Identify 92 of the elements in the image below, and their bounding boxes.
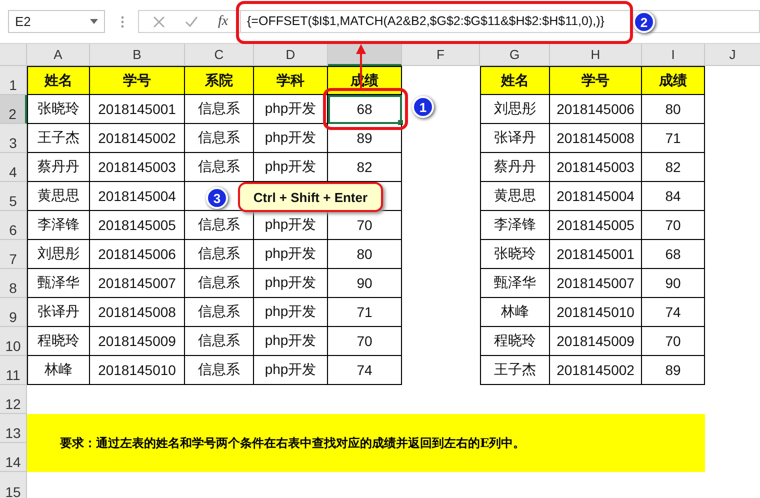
table-cell: 林峰 bbox=[480, 298, 550, 327]
column-heading: 姓名 bbox=[480, 66, 550, 95]
table-cell: 信息系 bbox=[185, 240, 254, 269]
table-cell: 蔡丹丹 bbox=[480, 153, 550, 182]
row-header[interactable]: 12 bbox=[0, 385, 27, 414]
table-cell: 信息系 bbox=[185, 153, 254, 182]
table-cell: 甄泽华 bbox=[27, 269, 90, 298]
table-cell: php开发 bbox=[254, 124, 328, 153]
table-cell: 信息系 bbox=[185, 298, 254, 327]
table-cell: 王子杰 bbox=[27, 124, 90, 153]
table-cell: 蔡丹丹 bbox=[27, 153, 90, 182]
table-cell: php开发 bbox=[254, 240, 328, 269]
row-header[interactable]: 15 bbox=[0, 472, 27, 498]
column-header[interactable]: D bbox=[254, 44, 328, 66]
shortcut-callout: Ctrl + Shift + Enter bbox=[238, 182, 383, 212]
table-cell: 张译丹 bbox=[480, 124, 550, 153]
table-cell: 程晓玲 bbox=[480, 327, 550, 356]
table-cell: php开发 bbox=[254, 269, 328, 298]
table-cell: php开发 bbox=[254, 95, 328, 124]
row-header[interactable]: 2 bbox=[0, 95, 27, 124]
table-cell: php开发 bbox=[254, 298, 328, 327]
table-cell: 刘思彤 bbox=[27, 240, 90, 269]
row-header[interactable]: 6 bbox=[0, 211, 27, 240]
row-header[interactable]: 7 bbox=[0, 240, 27, 269]
column-header[interactable]: B bbox=[90, 44, 185, 66]
column-header[interactable] bbox=[328, 44, 402, 66]
row-header[interactable]: 13 bbox=[0, 414, 27, 443]
table-cell: 2018145003 bbox=[90, 153, 185, 182]
table-cell: 2018145006 bbox=[90, 240, 185, 269]
table-cell: 张晓玲 bbox=[480, 240, 550, 269]
column-header[interactable]: J bbox=[705, 44, 760, 66]
table-cell: 李泽锋 bbox=[480, 211, 550, 240]
table-cell: 黄思思 bbox=[480, 182, 550, 211]
table-cell: 2018145004 bbox=[550, 182, 642, 211]
column-header[interactable]: F bbox=[402, 44, 480, 66]
column-heading: 学号 bbox=[550, 66, 642, 95]
row-header[interactable]: 3 bbox=[0, 124, 27, 153]
table-cell: 2018145009 bbox=[550, 327, 642, 356]
table-cell: 2018145005 bbox=[550, 211, 642, 240]
table-cell: php开发 bbox=[254, 327, 328, 356]
grip-icon[interactable] bbox=[121, 16, 124, 28]
column-header[interactable]: H bbox=[550, 44, 642, 66]
table-cell: 信息系 bbox=[185, 269, 254, 298]
row-header[interactable]: 4 bbox=[0, 153, 27, 182]
table-cell: 2018145005 bbox=[90, 211, 185, 240]
dropdown-caret-icon[interactable] bbox=[90, 19, 98, 24]
table-cell: 信息系 bbox=[185, 124, 254, 153]
table-cell: 刘思彤 bbox=[480, 95, 550, 124]
column-header[interactable]: G bbox=[480, 44, 550, 66]
column-heading: 学号 bbox=[90, 66, 185, 95]
check-icon[interactable] bbox=[185, 16, 198, 28]
table-cell: 2018145010 bbox=[550, 298, 642, 327]
table-cell: 2018145008 bbox=[550, 124, 642, 153]
column-heading: 成绩 bbox=[642, 66, 705, 95]
table-cell: 2018145001 bbox=[550, 240, 642, 269]
column-header[interactable]: I bbox=[642, 44, 705, 66]
table-cell: 李泽锋 bbox=[27, 211, 90, 240]
table-cell[interactable]: 68 bbox=[328, 95, 402, 124]
column-header[interactable]: A bbox=[27, 44, 90, 66]
table-cell: 张晓玲 bbox=[27, 95, 90, 124]
table-cell: 程晓玲 bbox=[27, 327, 90, 356]
requirement-text: 要求：通过左表的姓名和学号两个条件在右表中查找对应的成绩并返回到左右的E列中。 bbox=[60, 434, 526, 452]
cancel-icon[interactable] bbox=[153, 16, 165, 28]
table-cell: 2018145003 bbox=[550, 153, 642, 182]
table-cell: 2018145007 bbox=[550, 269, 642, 298]
table-cell: 2018145004 bbox=[90, 182, 185, 211]
table-cell: 信息系 bbox=[185, 95, 254, 124]
table-cell: 2018145006 bbox=[550, 95, 642, 124]
row-header[interactable]: 10 bbox=[0, 327, 27, 356]
row-header[interactable]: 5 bbox=[0, 182, 27, 211]
row-header[interactable]: 11 bbox=[0, 356, 27, 385]
row-header[interactable]: 1 bbox=[0, 66, 27, 95]
column-heading: 系院 bbox=[185, 66, 254, 95]
fill-handle[interactable] bbox=[398, 120, 403, 125]
table-cell: 2018145002 bbox=[90, 124, 185, 153]
table-cell: 2018145001 bbox=[90, 95, 185, 124]
insert-function-button[interactable]: fx bbox=[218, 14, 228, 30]
name-box[interactable]: E2 bbox=[8, 10, 105, 33]
table-cell: 信息系 bbox=[185, 327, 254, 356]
table-cell: 2018145008 bbox=[90, 298, 185, 327]
table-cell: 甄泽华 bbox=[480, 269, 550, 298]
table-cell: 张译丹 bbox=[27, 298, 90, 327]
column-heading: 学科 bbox=[254, 66, 328, 95]
step-badge: 3 bbox=[206, 187, 228, 209]
column-heading: 姓名 bbox=[27, 66, 90, 95]
table-cell: 黄思思 bbox=[27, 182, 90, 211]
row-header[interactable]: 14 bbox=[0, 443, 27, 472]
table-cell: 2018145007 bbox=[90, 269, 185, 298]
row-header[interactable]: 9 bbox=[0, 298, 27, 327]
table-cell: 2018145009 bbox=[90, 327, 185, 356]
row-header[interactable]: 8 bbox=[0, 269, 27, 298]
column-header[interactable]: C bbox=[185, 44, 254, 66]
